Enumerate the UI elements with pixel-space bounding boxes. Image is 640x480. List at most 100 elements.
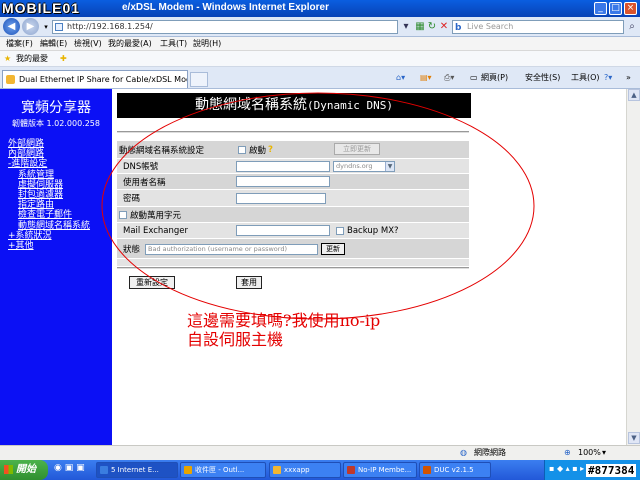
quicklaunch-icons[interactable]: ◉ ▣ ▣	[54, 463, 85, 473]
sidebar-item[interactable]: +其他	[8, 241, 90, 251]
taskbar-button[interactable]: 5 Internet E...	[96, 462, 178, 478]
backup-mx-checkbox[interactable]	[336, 226, 344, 235]
dns-account-field[interactable]	[236, 161, 330, 172]
mail-exchanger-field[interactable]	[236, 225, 330, 236]
maximize-button[interactable]: □	[609, 2, 622, 15]
taskbar-button-label: 5 Internet E...	[111, 466, 159, 474]
username-label: 使用者名稱	[123, 177, 166, 188]
tray-icons[interactable]: ▪ ◆ ▴ ▪ ▸	[549, 464, 584, 473]
zoom-dropdown-icon[interactable]: ▾	[602, 446, 606, 460]
taskbar-button-label: DUC v2.1.5	[434, 466, 474, 474]
help-icon[interactable]: ?▾	[604, 71, 612, 85]
scroll-up-icon[interactable]: ▲	[628, 89, 640, 101]
username-field[interactable]	[236, 176, 330, 187]
url-dropdown-icon[interactable]: ▾	[399, 20, 413, 34]
divider	[117, 131, 469, 133]
taskbar-button[interactable]: 收件匣 - Outl...	[180, 462, 266, 478]
divider	[117, 267, 469, 269]
chevron-down-icon: ▼	[385, 162, 394, 171]
address-bar: ◀ ▶ ▾ http://192.168.1.254/ ▾ ▦ ↻ ✕ b Li…	[0, 17, 640, 37]
sidebar-item[interactable]: 封包過濾器	[8, 190, 90, 200]
search-icon[interactable]: ⌕	[625, 20, 639, 34]
sidebar-item[interactable]: 動態網域名稱系統	[8, 221, 90, 231]
feeds-icon[interactable]: ▤▾	[420, 71, 432, 85]
taskbar-button-label: xxxapp	[284, 466, 310, 474]
start-button[interactable]: 開始	[0, 460, 48, 480]
menu-bar: 檔案(F) 編輯(E) 檢視(V) 我的最愛(A) 工具(T) 說明(H)	[0, 37, 640, 51]
sidebar-item[interactable]: 外部網路	[8, 139, 90, 149]
favorites-button[interactable]: 我的最愛	[16, 51, 48, 67]
taskbar-button-label: 收件匣 - Outl...	[195, 466, 245, 474]
sidebar-item[interactable]: +系統狀況	[8, 231, 90, 241]
more-icon[interactable]: »	[626, 71, 631, 85]
title-bar: MOBILE01 e/xDSL Modem - Windows Internet…	[0, 0, 640, 17]
annotation-text: 這邊需要填嗎?我使用no-ip 自設伺服主機	[187, 311, 380, 349]
page-content: 寬頻分享器 韌體版本 1.02.000.258 外部網路 內部網路 -進階設定 系統管…	[0, 89, 640, 445]
apply-button[interactable]: 套用	[236, 276, 262, 289]
router-title: 寬頻分享器	[21, 100, 91, 116]
taskbar-button[interactable]: DUC v2.1.5	[419, 462, 491, 478]
status-field: Bad authorization (username or password)	[145, 244, 318, 255]
menu-edit[interactable]: 編輯(E)	[40, 37, 67, 51]
minimize-button[interactable]: _	[594, 2, 607, 15]
router-sidebar: 寬頻分享器 韌體版本 1.02.000.258 外部網路 內部網路 -進階設定 系統管…	[0, 89, 112, 445]
url-field[interactable]: http://192.168.1.254/	[52, 20, 398, 34]
password-field[interactable]	[236, 193, 326, 204]
history-dropdown[interactable]: ▾	[39, 20, 53, 34]
home-icon[interactable]: ⌂▾	[396, 71, 405, 85]
print-icon[interactable]: ⎙▾	[444, 71, 454, 85]
username-row: 使用者名稱	[117, 174, 469, 190]
sidebar-item[interactable]: -進階設定	[8, 159, 90, 169]
ddns-form: 動態網域名稱系統設定 啟動 ? 立即更新 DNS帳號 dyndns.org ▼ …	[117, 141, 469, 266]
wildcard-checkbox[interactable]	[119, 210, 127, 219]
zoom-level[interactable]: 100%	[578, 446, 601, 460]
backup-mx-checkbox-wrap[interactable]: Backup MX?	[336, 223, 399, 238]
sidebar-item[interactable]: 內部網路	[8, 149, 90, 159]
mail-exchanger-label: Mail Exchanger	[123, 225, 188, 236]
menu-help[interactable]: 說明(H)	[193, 37, 221, 51]
help-icon[interactable]: ?	[268, 145, 273, 155]
close-button[interactable]: ×	[624, 2, 637, 15]
safety-menu[interactable]: 安全性(S)	[525, 71, 560, 85]
wildcard-label: 啟動萬用字元	[130, 210, 182, 221]
back-button[interactable]: ◀	[3, 18, 20, 35]
provider-select[interactable]: dyndns.org ▼	[333, 161, 395, 172]
annotation-line-2: 自設伺服主機	[187, 330, 284, 349]
forward-button[interactable]: ▶	[22, 18, 39, 35]
status-row: 狀態 Bad authorization (username or passwo…	[117, 239, 469, 259]
scroll-down-icon[interactable]: ▼	[628, 432, 640, 444]
taskbar-button[interactable]: xxxapp	[269, 462, 341, 478]
new-tab-button[interactable]	[190, 72, 208, 87]
vertical-scrollbar[interactable]: ▲ ▼	[626, 89, 640, 445]
tab-active[interactable]: Dual Ethernet IP Share for Cable/xDSL Mo…	[2, 70, 188, 88]
refresh-button[interactable]: 更新	[321, 243, 345, 255]
menu-view[interactable]: 檢視(V)	[74, 37, 102, 51]
stop-icon[interactable]: ✕	[437, 20, 451, 34]
sidebar-item[interactable]: 檢查電子郵件	[8, 210, 90, 220]
app-icon	[273, 466, 281, 474]
password-row: 密碼	[117, 190, 469, 207]
menu-file[interactable]: 檔案(F)	[6, 37, 33, 51]
page-title-zh: 動態網域名稱系統	[194, 97, 307, 113]
taskbar-button[interactable]: No-IP Membe...	[343, 462, 417, 478]
reset-button[interactable]: 重新設定	[129, 276, 175, 289]
sidebar-item[interactable]: 指定路由	[8, 200, 90, 210]
taskbar: 開始 ◉ ▣ ▣ 5 Internet E... 收件匣 - Outl... xxx…	[0, 460, 640, 480]
status-label: 狀態	[123, 244, 141, 255]
app-icon	[423, 466, 431, 474]
sidebar-item[interactable]: 系統管理	[8, 170, 90, 180]
menu-favorites[interactable]: 我的最愛(A)	[108, 37, 152, 51]
search-input[interactable]: b Live Search	[452, 20, 624, 34]
menu-tools[interactable]: 工具(T)	[160, 37, 187, 51]
page-menu[interactable]: 網頁(P)	[481, 71, 508, 85]
wildcard-checkbox-wrap[interactable]: 啟動萬用字元	[119, 207, 181, 222]
enable-checkbox-wrap[interactable]: 啟動 ?	[238, 141, 273, 158]
update-now-button[interactable]: 立即更新	[334, 143, 380, 155]
firmware-version: 韌體版本 1.02.000.258	[12, 119, 100, 128]
sidebar-item[interactable]: 虛擬伺服器	[8, 180, 90, 190]
tools-menu[interactable]: 工具(O)	[571, 71, 600, 85]
page-title: 動態網域名稱系統(Dynamic DNS)	[117, 93, 471, 118]
add-favorite-icon[interactable]: ✚	[60, 51, 67, 67]
star-icon: ★	[4, 54, 12, 63]
enable-checkbox[interactable]	[238, 145, 246, 154]
